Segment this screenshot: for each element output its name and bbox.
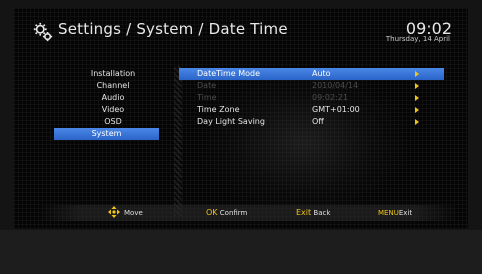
sidebar-menu: Installation Channel Audio Video OSD Sys… [52, 68, 174, 140]
exit-hint: Exit Back [296, 208, 331, 218]
setting-label: Day Light Saving [197, 117, 265, 126]
clock-date: Thursday, 14 April [385, 35, 450, 43]
setting-value: 2010/04/14 [312, 81, 359, 90]
ok-hint-label: Confirm [219, 209, 248, 217]
setting-row-time: Time 09:02:21 [179, 92, 444, 104]
setting-value: Off [312, 117, 324, 126]
footer-hints: Move OK Confirm Exit Back MENUExit [38, 205, 458, 221]
sidebar-item-audio[interactable]: Audio [52, 92, 174, 104]
setting-label: DateTime Mode [197, 69, 261, 78]
move-hint-label: Move [124, 209, 143, 217]
exit-hint-label: Back [313, 209, 331, 217]
menu-hint: MENUExit [378, 209, 412, 217]
sidebar-item-channel[interactable]: Channel [52, 80, 174, 92]
setting-row-time-zone[interactable]: Time Zone GMT+01:00 [179, 104, 444, 116]
settings-list: DateTime Mode Auto Date 2010/04/14 Time … [179, 68, 444, 128]
arrow-right-icon [415, 71, 419, 77]
page-title: Settings / System / Date Time [58, 20, 288, 38]
move-arrows-icon [108, 206, 120, 218]
ok-hint: OK Confirm [206, 208, 248, 218]
exit-key: Exit [296, 208, 312, 217]
sidebar-item-video[interactable]: Video [52, 104, 174, 116]
setting-row-datetime-mode[interactable]: DateTime Mode Auto [179, 68, 444, 80]
arrow-right-icon [415, 95, 419, 101]
setting-value: 09:02:21 [312, 93, 348, 102]
menu-hint-label: Exit [398, 209, 413, 217]
setting-row-day-light-saving[interactable]: Day Light Saving Off [179, 116, 444, 128]
setting-label: Time [197, 93, 217, 102]
setting-label: Date [197, 81, 217, 90]
setting-value: GMT+01:00 [312, 105, 360, 114]
setting-label: Time Zone [197, 105, 240, 114]
setting-row-date: Date 2010/04/14 [179, 80, 444, 92]
sidebar-item-system[interactable]: System [54, 128, 159, 140]
setting-value: Auto [312, 69, 331, 78]
header: Settings / System / Date Time 09:02 Thur… [14, 8, 468, 48]
gear-icon [33, 22, 53, 42]
ok-key: OK [206, 208, 218, 217]
sidebar-item-osd[interactable]: OSD [52, 116, 174, 128]
menu-key: MENU [378, 209, 399, 217]
arrow-right-icon [415, 83, 419, 89]
sidebar-item-installation[interactable]: Installation [52, 68, 174, 80]
arrow-right-icon [415, 119, 419, 125]
bottom-band [0, 230, 482, 274]
arrow-right-icon [415, 107, 419, 113]
tv-screen: Settings / System / Date Time 09:02 Thur… [14, 8, 468, 229]
